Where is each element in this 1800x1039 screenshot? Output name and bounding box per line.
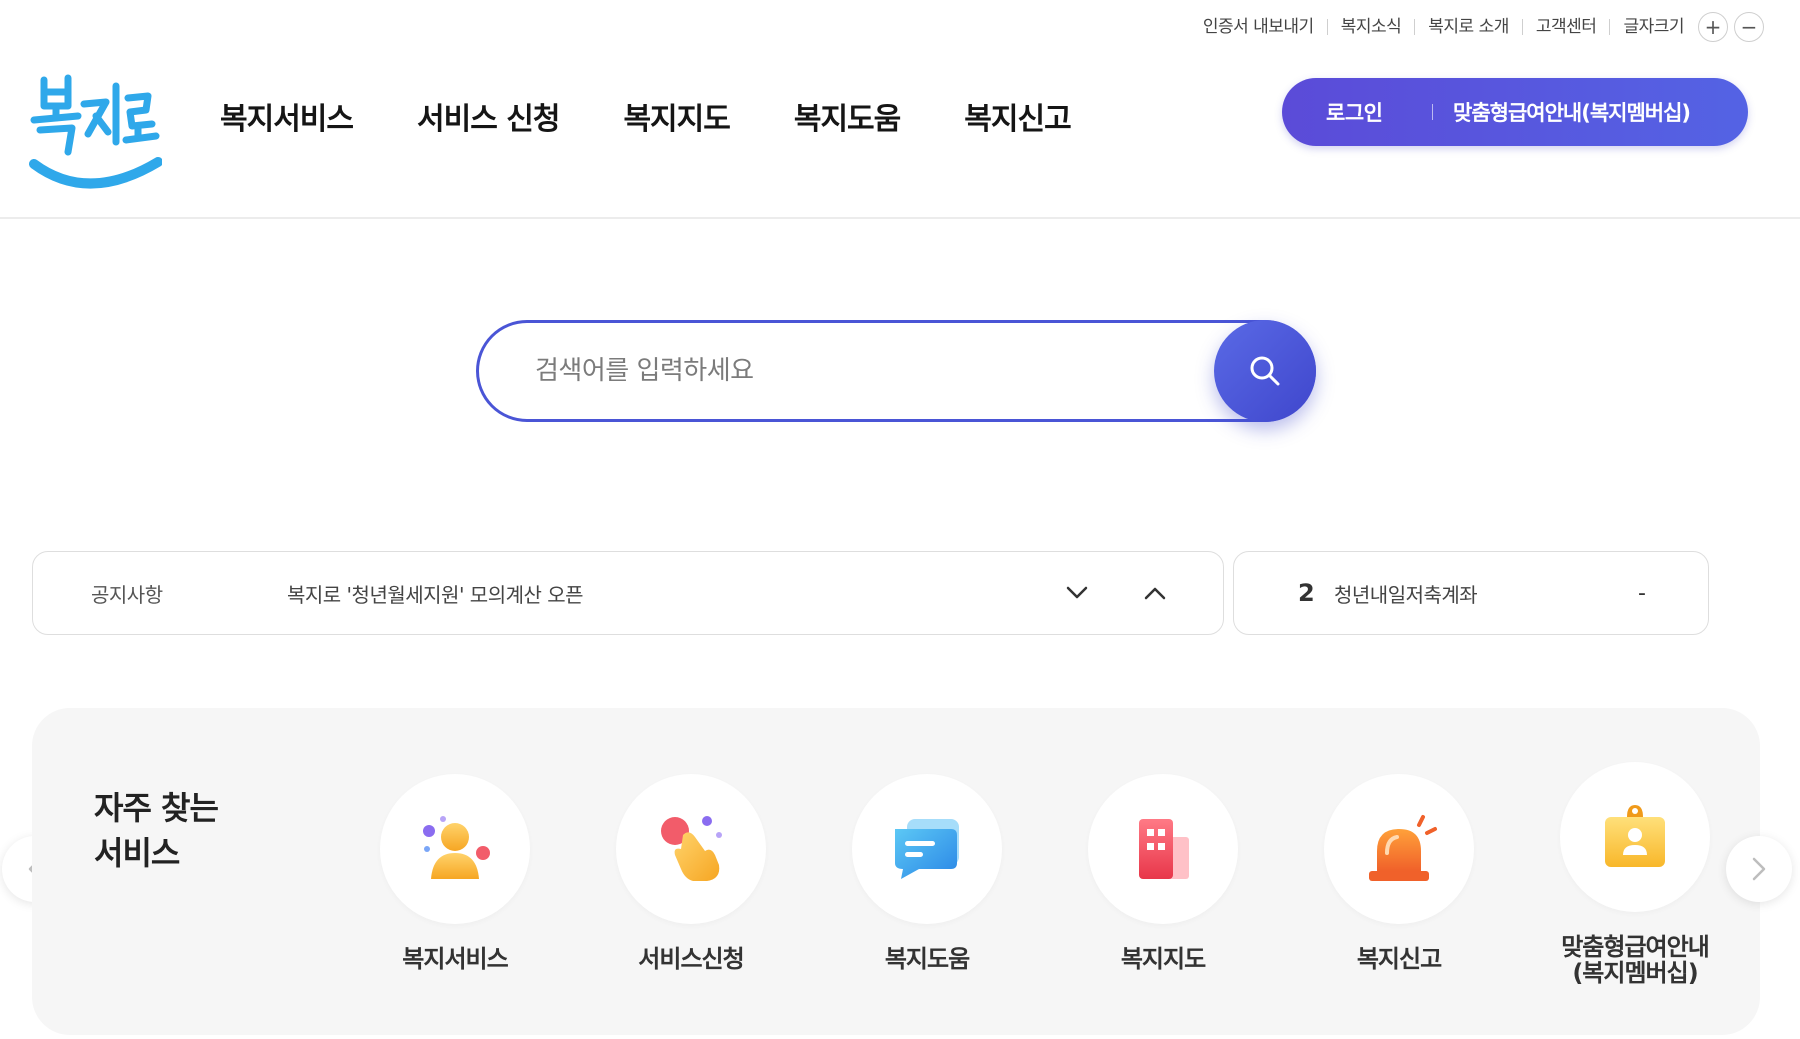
nav-welfare-help[interactable]: 복지도움 [794, 94, 901, 138]
main-nav: 복지서비스 서비스 신청 복지지도 복지도움 복지신고 [220, 94, 1135, 138]
favorite-welfare-help[interactable]: 복지도움 [842, 774, 1012, 972]
person-icon [423, 816, 490, 879]
id-card-icon [1605, 805, 1665, 867]
service-icon-circle [1088, 774, 1238, 924]
building-icon [1139, 819, 1189, 879]
font-size-label: 글자크기 [1609, 19, 1692, 36]
nav-welfare-map[interactable]: 복지지도 [623, 94, 730, 138]
favorites-title-line2: 서비스 [94, 834, 180, 872]
utility-link-news[interactable]: 복지소식 [1326, 19, 1415, 36]
service-icon-circle [1560, 762, 1710, 912]
notice-label: 공지사항 [91, 582, 163, 607]
keyword-link[interactable]: 청년내일저축계좌 [1334, 579, 1638, 608]
chevron-right-icon [1752, 857, 1766, 881]
nav-service-apply[interactable]: 서비스 신청 [417, 94, 560, 138]
notice-ticker: 공지사항 복지로 '청년월세지원' 모의계산 오픈 [32, 551, 1224, 635]
service-label-line1: 맞춤형급여안내 [1561, 933, 1710, 961]
nav-welfare-report[interactable]: 복지신고 [964, 94, 1071, 138]
service-icon-circle [616, 774, 766, 924]
service-label-line2: (복지멤버십) [1572, 959, 1698, 987]
chat-document-icon [895, 819, 959, 879]
rank-change-indicator: - [1638, 580, 1646, 606]
service-icon-circle [380, 774, 530, 924]
service-label: 맞춤형급여안내 (복지멤버십) [1550, 934, 1720, 986]
siren-icon [1369, 815, 1437, 881]
service-label: 복지신고 [1356, 945, 1442, 973]
nav-welfare-service[interactable]: 복지서비스 [220, 94, 354, 138]
keyword-rank-number: 2 [1298, 579, 1315, 607]
service-icon-circle [1324, 774, 1474, 924]
service-icon-circle [852, 774, 1002, 924]
font-size-decrease-button[interactable]: − [1734, 12, 1764, 42]
popular-keyword-ticker: 2 청년내일저축계좌 - [1233, 551, 1709, 635]
service-label: 복지지도 [1120, 945, 1206, 973]
favorite-welfare-map[interactable]: 복지지도 [1078, 774, 1248, 972]
search-input[interactable] [533, 355, 1137, 387]
notice-text-link[interactable]: 복지로 '청년월세지원' 모의계산 오픈 [287, 579, 1057, 608]
logo-mark-icon [29, 74, 163, 189]
service-label: 서비스신청 [638, 945, 744, 973]
utility-bar: 인증서 내보내기 복지소식 복지로 소개 고객센터 글자크기 + − [1190, 10, 1764, 44]
utility-link-about[interactable]: 복지로 소개 [1414, 19, 1522, 36]
chevron-down-icon [1066, 586, 1088, 599]
chevron-up-icon [1144, 587, 1166, 600]
auth-pill: 로그인 맞춤형급여안내(복지멤버십) [1282, 78, 1748, 146]
favorite-membership[interactable]: 맞춤형급여안내 (복지멤버십) [1550, 762, 1720, 986]
favorite-welfare-report[interactable]: 복지신고 [1314, 774, 1484, 972]
service-label: 복지서비스 [402, 945, 508, 973]
login-button[interactable]: 로그인 [1282, 97, 1422, 127]
minus-icon: − [1740, 15, 1758, 39]
header-divider [0, 217, 1800, 219]
favorites-title: 자주 찾는 서비스 [94, 786, 219, 876]
favorite-service-apply[interactable]: 서비스신청 [606, 774, 776, 972]
favorites-title-line1: 자주 찾는 [94, 789, 219, 827]
favorite-welfare-service[interactable]: 복지서비스 [370, 774, 540, 972]
search-button[interactable] [1214, 320, 1316, 422]
bokjiro-logo[interactable] [28, 72, 163, 198]
notice-prev-button[interactable] [1135, 573, 1175, 613]
favorites-next-button[interactable] [1726, 836, 1792, 902]
utility-link-cert-export[interactable]: 인증서 내보내기 [1190, 19, 1327, 36]
search-icon [1250, 356, 1280, 386]
hand-tap-icon [661, 816, 722, 881]
membership-button[interactable]: 맞춤형급여안내(복지멤버십) [1453, 97, 1691, 127]
font-size-increase-button[interactable]: + [1698, 12, 1728, 42]
plus-icon: + [1704, 15, 1722, 39]
favorite-services-panel: 자주 찾는 서비스 복지서비스 서비스신청 복지도움 복지지도 복지신고 맞춤형… [32, 708, 1760, 1035]
utility-link-customer-center[interactable]: 고객센터 [1521, 19, 1610, 36]
notice-next-button[interactable] [1057, 573, 1097, 613]
search-box [476, 320, 1316, 422]
service-label: 복지도움 [884, 945, 970, 973]
auth-divider [1432, 104, 1433, 120]
